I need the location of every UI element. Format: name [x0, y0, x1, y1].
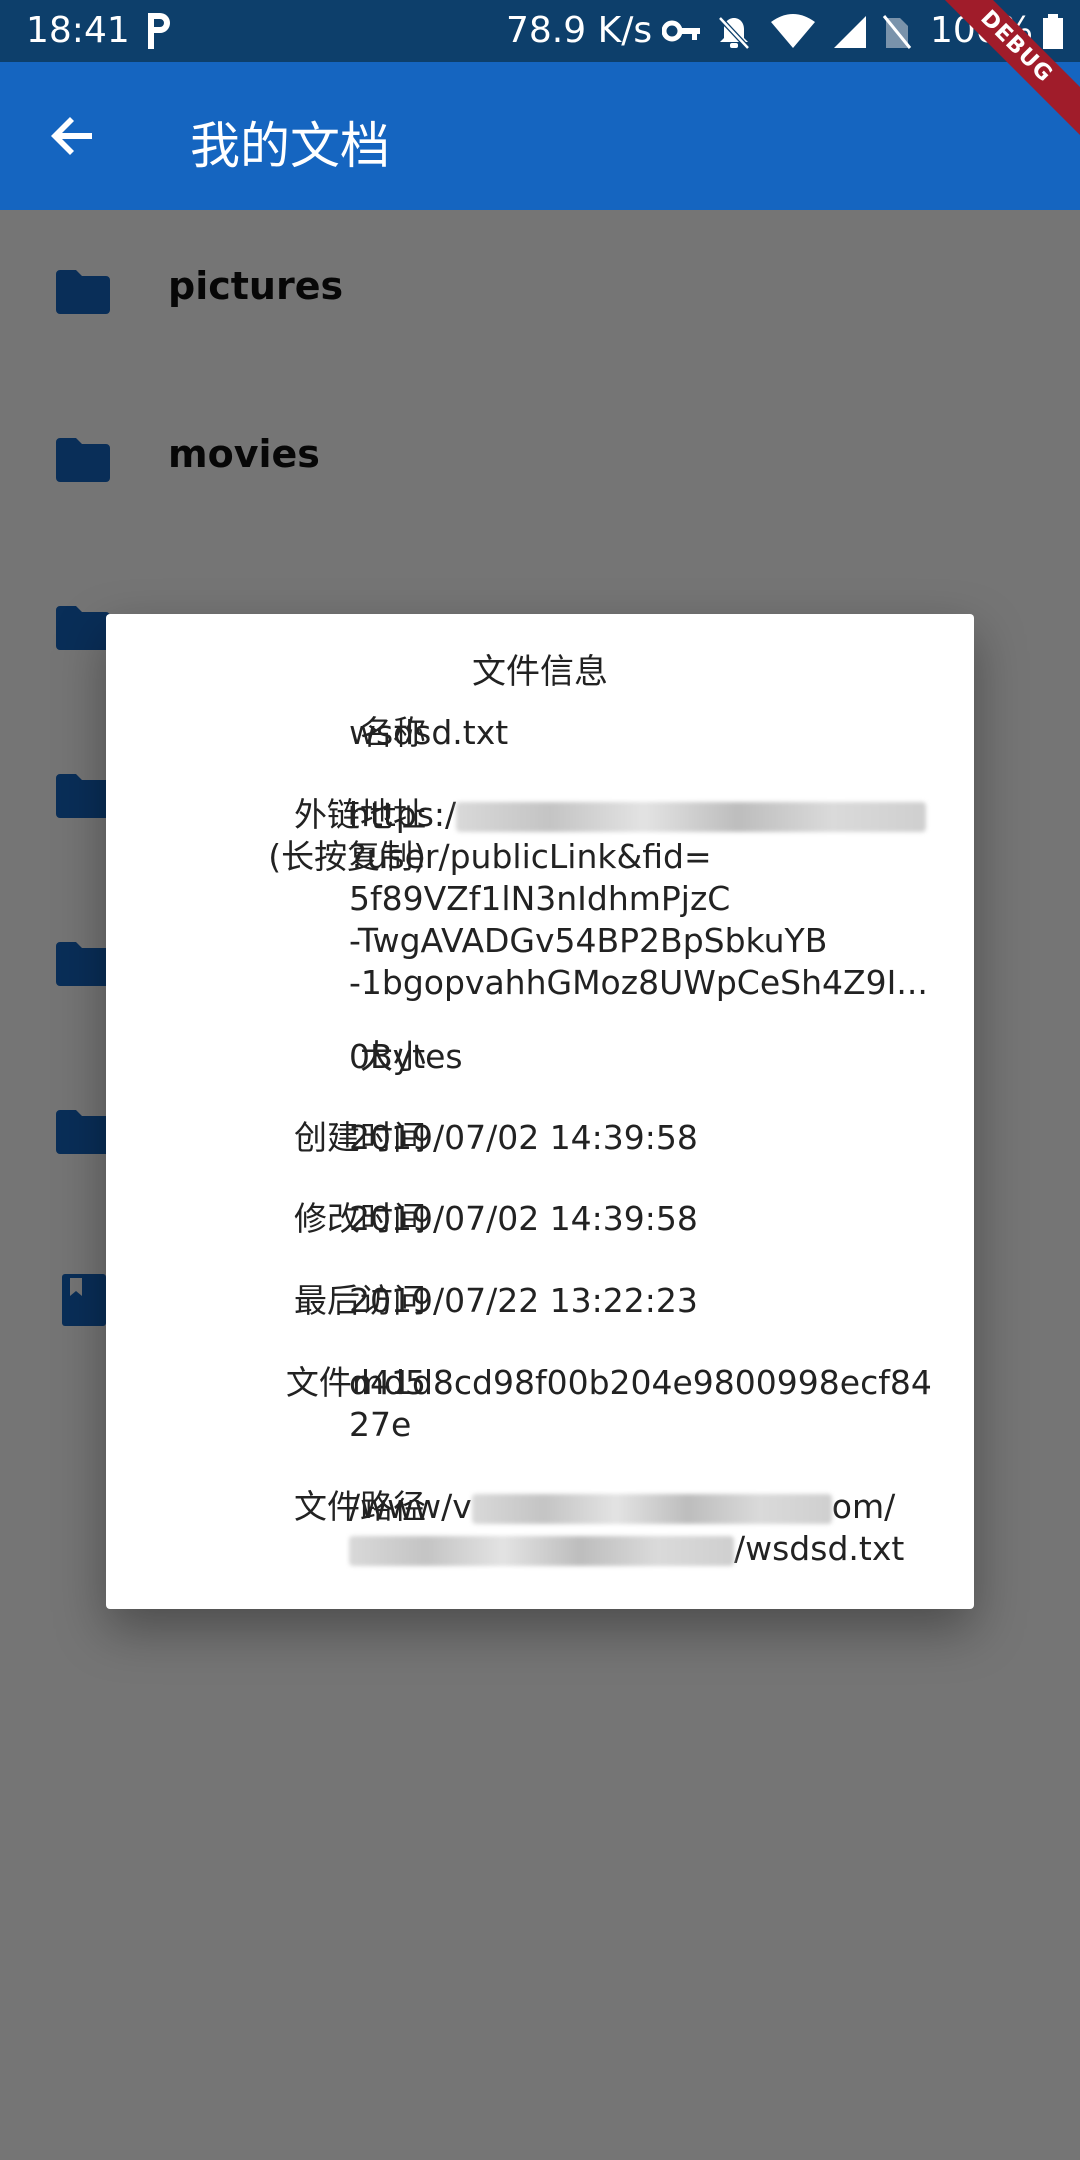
back-arrow-icon[interactable] — [48, 110, 100, 162]
link-line: ?user/publicLink&fid= — [349, 837, 712, 876]
link-line: 5f89VZf1lN3nIdhmPjzC — [349, 879, 731, 918]
key-icon — [662, 20, 700, 42]
dialog-title: 文件信息 — [472, 652, 608, 692]
file-size-value: 0Bytes — [349, 1037, 463, 1076]
md5-value: d41d8cd98f00b204e9800998ecf8427e — [349, 1363, 932, 1444]
redacted-block — [471, 1493, 832, 1524]
redacted-block — [456, 801, 927, 832]
debug-banner: DEBUG — [920, 0, 1080, 160]
path-line1-end: om/ — [831, 1487, 896, 1526]
link-line: https:/ — [349, 795, 457, 834]
page-title: 我的文档 — [190, 117, 390, 175]
created-time-value: 2019/07/02 14:39:58 — [349, 1118, 698, 1157]
net-speed: 78.9 K/s — [506, 10, 653, 51]
path-line2-end: /wsdsd.txt — [734, 1529, 905, 1568]
app-bar: 我的文档 — [0, 62, 1080, 210]
link-line: -1bgopvahhGMoz8UWpCeSh4Z9I... — [349, 963, 928, 1002]
file-name-value: wsdsd.txt — [349, 713, 509, 752]
wifi-icon — [771, 14, 815, 48]
debug-banner-label: DEBUG — [920, 0, 1080, 144]
bell-off-icon — [718, 16, 750, 50]
signal-icon — [834, 16, 866, 48]
path-start: /www/v — [349, 1487, 472, 1526]
redacted-block — [349, 1535, 734, 1566]
file-path-value: /www/v om/ /wsdsd.txt — [349, 1486, 939, 1570]
status-time: 18:41 — [26, 10, 130, 51]
no-sim-icon — [882, 15, 912, 49]
link-line: -TwgAVADGv54BP2BpSbkuYB — [349, 921, 828, 960]
p-icon — [148, 13, 170, 49]
modified-time-value: 2019/07/02 14:39:58 — [349, 1199, 698, 1238]
status-bar: 18:41 78.9 K/s 100% — [0, 0, 1080, 62]
share-link-value[interactable]: https:/ ?user/publicLink&fid= 5f89VZf1lN… — [349, 794, 939, 1004]
file-info-dialog: 文件信息 名称 wsdsd.txt 外链地址 (长按复制) https:/ ?u… — [106, 614, 974, 1609]
accessed-time-value: 2019/07/22 13:22:23 — [349, 1281, 698, 1320]
